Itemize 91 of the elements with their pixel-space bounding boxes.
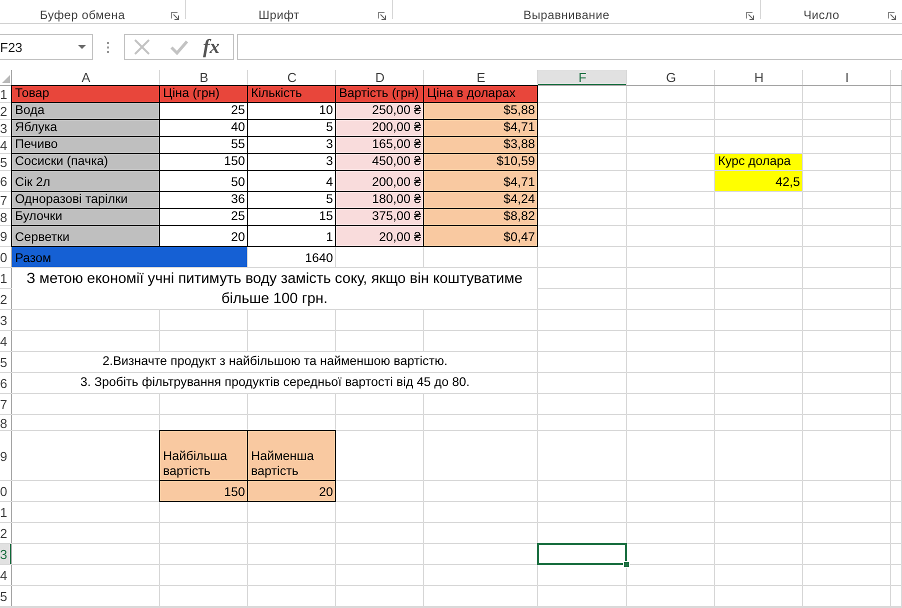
column-header[interactable]: G [627,70,715,86]
column-header[interactable]: D [336,70,424,86]
cross-icon [133,39,151,55]
product-cell: Серветки [11,225,160,247]
table-cell: $0,47 [423,225,538,247]
table-cell: 180,00 ₴ [335,191,424,209]
row-header[interactable]: 6 [0,373,12,394]
row-header[interactable]: 4 [0,137,12,154]
row-header[interactable]: 6 [0,171,12,192]
table-cell: $4,71 [423,119,538,137]
fill-handle[interactable] [623,561,630,568]
product-cell: Одноразові тарілки [11,191,160,209]
dialog-launcher-button[interactable] [888,12,896,20]
table-cell: $10,59 [423,153,538,171]
product-cell: Вода [11,102,160,120]
row-header[interactable]: 5 [0,154,12,171]
product-cell: Сік 2л [11,170,160,192]
table-cell: $4,24 [423,191,538,209]
table-cell: 165,00 ₴ [335,136,424,154]
summary-header-cell: Найменша вартість [247,430,336,481]
row-header[interactable]: 5 [0,352,12,373]
row-header[interactable]: 9 [0,226,12,247]
row-header[interactable]: 5 [0,586,12,607]
row-header[interactable]: 4 [0,331,12,352]
group-label: Буфер обмена [38,8,126,22]
row-header[interactable]: 0 [0,247,12,268]
column-header[interactable]: A [12,70,160,86]
header-cell: Товар [11,85,160,103]
header-cell: Вартість (грн) [335,85,424,103]
product-cell: Яблука [11,119,160,137]
dialog-launcher-button[interactable] [378,12,386,20]
product-cell: Булочки [11,208,160,226]
product-cell: Сосиски (пачка) [11,153,160,171]
table-cell: $3,88 [423,136,538,154]
corner-arrow-icon [888,12,896,20]
header-cell: Ціна в доларах [423,85,538,103]
column-header[interactable]: E [424,70,538,86]
row-header[interactable]: 1 [0,502,12,523]
column-header[interactable]: F [538,70,627,86]
row-header[interactable]: 1 [0,268,12,289]
row-header[interactable]: 4 [0,565,12,586]
row-header[interactable]: 2 [0,103,12,120]
summary-value-cell: 150 [159,480,248,502]
corner-arrow-icon [378,12,386,20]
row-header[interactable]: 1 [0,86,12,103]
row-header[interactable]: 3 [0,120,12,137]
dialog-launcher-button[interactable] [746,12,754,20]
row-header[interactable]: 2 [0,523,12,544]
product-cell: Печиво [11,136,160,154]
row-header[interactable]: 7 [0,192,12,209]
table-cell: 20,00 ₴ [335,225,424,247]
active-cell[interactable] [537,543,627,565]
dialog-launcher-button[interactable] [171,12,179,20]
column-header[interactable]: C [248,70,336,86]
table-cell: $5,88 [423,102,538,120]
table-cell: 200,00 ₴ [335,170,424,192]
column-header[interactable]: H [715,70,803,86]
corner-arrow-icon [746,12,754,20]
table-cell: 450,00 ₴ [335,153,424,171]
table-cell: $4,71 [423,170,538,192]
summary-value-cell: 20 [247,480,336,502]
function-button[interactable]: fx [203,37,220,57]
row-header[interactable]: 2 [0,289,12,310]
table-cell: 375,00 ₴ [335,208,424,226]
note-text: З метою економії учні питимуть воду замість соку, якщо він коштуватиме більше 100 грн. [12,268,538,310]
triangle-icon [2,75,10,83]
row-header[interactable]: 8 [0,415,12,431]
rate-label: Курс долара [715,154,803,171]
row-header[interactable]: 9 [0,431,12,481]
row-header[interactable]: 3 [0,310,12,331]
group-label: Число [802,8,840,22]
check-icon [170,39,188,55]
name-box[interactable]: F23 [0,34,93,60]
row-header[interactable]: 8 [0,209,12,226]
header-cell: Кількість [247,85,336,103]
table-cell: $8,82 [423,208,538,226]
group-label: Шрифт [258,8,300,22]
column-header[interactable]: I [803,70,891,86]
group-label: Выравнивание [522,8,611,22]
header-cell: Ціна (грн) [159,85,248,103]
formula-field[interactable] [237,34,902,60]
column-header[interactable]: B [160,70,248,86]
table-cell: 200,00 ₴ [335,119,424,137]
corner-arrow-icon [171,12,179,20]
row-header[interactable]: 7 [0,394,12,415]
table-cell: 250,00 ₴ [335,102,424,120]
row-header[interactable]: 0 [0,481,12,502]
summary-header-cell: Найбільша вартість [159,430,248,481]
caret-icon [78,45,86,49]
total-label: Разом [12,247,248,268]
rate-value: 42,5 [715,171,803,192]
